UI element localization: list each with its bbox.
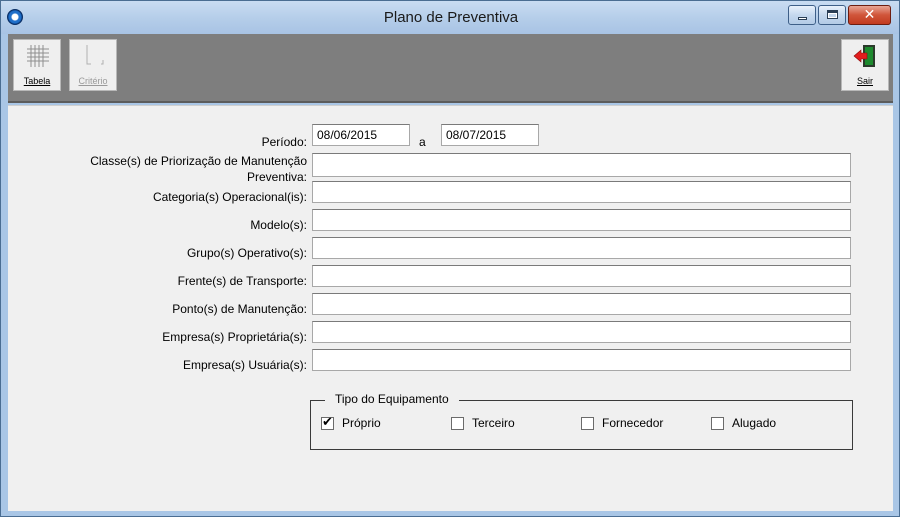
classe-label: Classe(s) de Priorização de Manutenção P…: [48, 153, 307, 185]
checkbox-fornecedor[interactable]: Fornecedor: [581, 416, 663, 430]
frente-label: Frente(s) de Transporte:: [177, 274, 307, 288]
modelo-input[interactable]: [312, 209, 851, 231]
checkbox-proprio[interactable]: ✔ Próprio: [321, 414, 381, 430]
tabela-label: Tabela: [23, 76, 51, 86]
window: Plano de Preventiva ✕ Tabela Critério Sa…: [0, 0, 900, 517]
criterio-label: Critério: [78, 76, 108, 86]
modelo-label: Modelo(s):: [250, 218, 307, 232]
categoria-input[interactable]: [312, 181, 851, 203]
classe-input[interactable]: [312, 153, 851, 177]
empresa-proprietaria-label: Empresa(s) Proprietária(s):: [162, 330, 307, 344]
ponto-input[interactable]: [312, 293, 851, 315]
empresa-usuaria-input[interactable]: [312, 349, 851, 371]
checkbox-terceiro[interactable]: Terceiro: [451, 416, 515, 430]
checkbox-label: Próprio: [342, 416, 381, 430]
empresa-usuaria-label: Empresa(s) Usuária(s):: [182, 358, 307, 372]
minimize-button[interactable]: [788, 5, 816, 25]
grupo-input[interactable]: [312, 237, 851, 259]
periodo-separator: a: [419, 135, 426, 149]
classe-label-line1: Classe(s) de Priorização de Manutenção: [90, 154, 307, 168]
tipo-equipamento-group: Tipo do Equipamento ✔ Próprio Terceiro F…: [310, 392, 853, 450]
close-icon: ✕: [863, 7, 876, 23]
toolbar: Tabela Critério Sair: [8, 34, 893, 103]
tipo-equipamento-legend: Tipo do Equipamento: [325, 392, 459, 406]
empresa-proprietaria-input[interactable]: [312, 321, 851, 343]
frente-input[interactable]: [312, 265, 851, 287]
minimize-icon: [798, 17, 807, 20]
tabela-button[interactable]: Tabela: [13, 39, 61, 91]
exit-door-icon: [853, 45, 875, 67]
checkbox-box[interactable]: [711, 416, 724, 430]
ponto-label: Ponto(s) de Manutenção:: [172, 302, 307, 316]
categoria-label: Categoria(s) Operacional(is):: [152, 190, 307, 204]
sair-label: Sair: [856, 76, 873, 86]
criterio-button[interactable]: Critério: [69, 39, 117, 91]
periodo-inicio-input[interactable]: 08/06/2015: [312, 124, 410, 146]
form-panel: Período: 08/06/2015 a 08/07/2015 Classe(…: [8, 105, 893, 511]
window-controls: ✕: [788, 5, 891, 25]
checkbox-label: Alugado: [732, 416, 777, 430]
close-button[interactable]: ✕: [848, 5, 891, 25]
title-bar[interactable]: Plano de Preventiva ✕: [1, 1, 899, 34]
checkbox-box[interactable]: ✔: [321, 414, 334, 430]
classe-label-line2: Preventiva:: [246, 170, 307, 184]
check-icon: ✔: [322, 414, 333, 430]
periodo-label: Período:: [261, 135, 307, 149]
criteria-icon: [86, 45, 104, 65]
checkbox-box[interactable]: [451, 416, 464, 430]
checkbox-label: Fornecedor: [602, 416, 664, 430]
checkbox-label: Terceiro: [472, 416, 515, 430]
window-title: Plano de Preventiva: [383, 9, 519, 26]
grid-icon: [27, 45, 49, 67]
checkbox-alugado[interactable]: Alugado: [711, 416, 776, 430]
periodo-fim-input[interactable]: 08/07/2015: [441, 124, 539, 146]
maximize-button[interactable]: [818, 5, 846, 25]
grupo-label: Grupo(s) Operativo(s):: [186, 246, 307, 260]
maximize-icon: [827, 10, 838, 19]
sair-button[interactable]: Sair: [841, 39, 889, 91]
checkbox-box[interactable]: [581, 416, 594, 430]
